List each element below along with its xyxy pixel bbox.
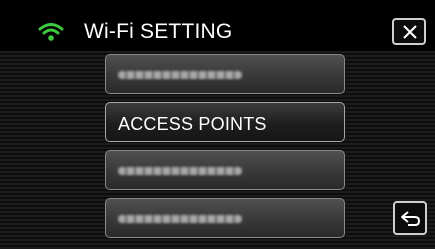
menu-item-4[interactable] xyxy=(105,198,345,238)
menu-item-1[interactable] xyxy=(105,54,345,94)
back-button[interactable] xyxy=(393,201,427,235)
page-title: Wi-Fi SETTING xyxy=(84,20,233,43)
return-icon xyxy=(401,211,421,226)
close-icon xyxy=(403,25,417,39)
wifi-icon xyxy=(38,23,64,41)
menu-item-3[interactable] xyxy=(105,150,345,190)
blurred-label xyxy=(118,71,242,79)
blurred-label xyxy=(118,167,242,175)
close-button[interactable] xyxy=(392,18,426,45)
title-bar: Wi-Fi SETTING xyxy=(0,0,435,58)
access-points-button[interactable]: ACCESS POINTS xyxy=(105,102,345,142)
menu-list: ACCESS POINTS xyxy=(0,51,435,249)
blurred-label xyxy=(118,215,242,223)
access-points-label: ACCESS POINTS xyxy=(118,114,267,134)
